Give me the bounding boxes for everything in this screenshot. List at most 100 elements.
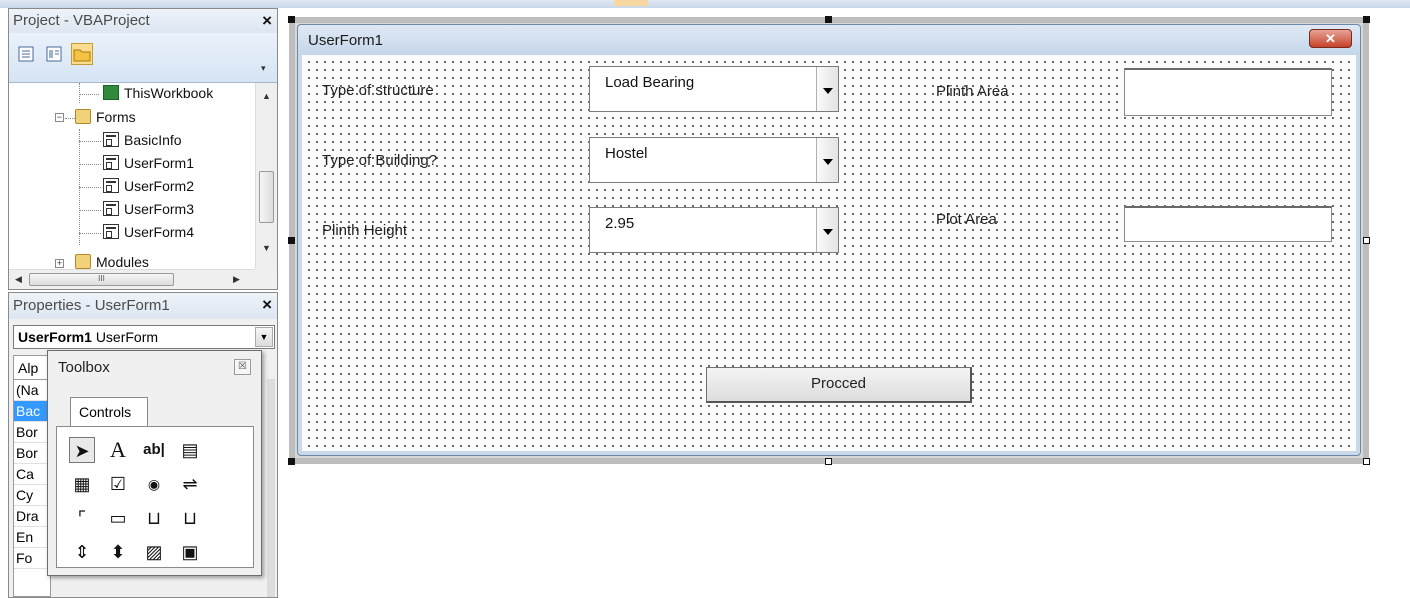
- object-selector[interactable]: UserForm1 UserForm ▼: [13, 325, 275, 349]
- toolbar-strip: [0, 0, 1410, 8]
- project-vertical-scrollbar[interactable]: ▲ ▼: [255, 83, 277, 269]
- tree-item-label: Forms: [96, 109, 136, 125]
- tree-item-label: ThisWorkbook: [124, 85, 214, 101]
- tab-controls[interactable]: Controls: [70, 397, 148, 427]
- collapse-icon[interactable]: −: [55, 113, 64, 122]
- scroll-thumb[interactable]: III: [29, 273, 174, 286]
- type-of-structure-combo[interactable]: Load Bearing: [589, 66, 839, 112]
- properties-list: (Na Bac Bor Bor Ca Cy Dra En Fo: [13, 379, 51, 597]
- chevron-down-icon[interactable]: [816, 208, 838, 252]
- chevron-down-icon[interactable]: ▼: [255, 327, 273, 347]
- tree-line: [79, 210, 101, 211]
- optionbutton-icon[interactable]: ◉: [141, 471, 167, 497]
- vba-editor-screen: Project - VBAProject × ▾ ThisWorkbook −: [0, 0, 1410, 598]
- property-row[interactable]: (Na: [14, 380, 50, 401]
- resize-handle[interactable]: [825, 16, 832, 23]
- properties-pane-title-text: Properties - UserForm1: [13, 297, 170, 314]
- property-row[interactable]: Ca: [14, 464, 50, 485]
- tree-item-basicinfo[interactable]: BasicInfo: [103, 132, 182, 154]
- plot-area-input[interactable]: [1124, 206, 1332, 242]
- tree-line: [65, 118, 75, 119]
- property-row[interactable]: Cy: [14, 485, 50, 506]
- property-row[interactable]: Bor: [14, 443, 50, 464]
- scroll-up-icon[interactable]: ▲: [262, 91, 271, 101]
- label-icon[interactable]: A: [105, 437, 131, 463]
- property-row-selected[interactable]: Bac: [14, 401, 50, 422]
- togglebutton-icon[interactable]: ⇌: [177, 471, 203, 497]
- form-icon: [103, 201, 119, 216]
- view-object-icon[interactable]: [43, 43, 65, 65]
- combo-value: Load Bearing: [605, 74, 695, 91]
- project-horizontal-scrollbar[interactable]: ◀ III ▶: [9, 269, 255, 289]
- resize-handle[interactable]: [825, 458, 832, 465]
- tree-item-userform1[interactable]: UserForm1: [103, 155, 194, 177]
- plinth-area-input[interactable]: [1124, 68, 1332, 116]
- scroll-down-icon[interactable]: ▼: [262, 243, 271, 253]
- procced-button[interactable]: Procced: [706, 367, 972, 403]
- property-row[interactable]: Bor: [14, 422, 50, 443]
- tree-item-userform3[interactable]: UserForm3: [103, 201, 194, 223]
- refedit-icon[interactable]: ▣: [177, 539, 203, 565]
- resize-handle[interactable]: [1363, 458, 1370, 465]
- resize-handle[interactable]: [288, 237, 295, 244]
- plinth-area-label: Plinth Area: [936, 83, 1009, 100]
- listbox-icon[interactable]: ▦: [69, 471, 95, 497]
- tree-item-modules[interactable]: Modules: [75, 254, 149, 269]
- tree-item-label: UserForm2: [124, 178, 195, 194]
- resize-handle[interactable]: [288, 16, 295, 23]
- resize-handle[interactable]: [1363, 237, 1370, 244]
- tree-line: [79, 141, 101, 142]
- properties-scrollbar[interactable]: [267, 379, 275, 597]
- tree-item-userform4[interactable]: UserForm4: [103, 224, 194, 246]
- view-code-icon[interactable]: [15, 43, 37, 65]
- type-of-building-label: Type of Building?: [322, 152, 438, 169]
- userform-titlebar[interactable]: UserForm1 ✕: [298, 25, 1360, 55]
- toolbox-controls-panel: ➤ A ab| ▤ ▦ ☑ ◉ ⇌ ⌜ ▭ ⊔ ⊔ ⇕ ⬍ ▨ ▣: [56, 426, 254, 568]
- toolbar-overflow-icon[interactable]: ▾: [261, 63, 271, 75]
- toolbox-close-icon[interactable]: ☒: [234, 359, 251, 375]
- scroll-thumb[interactable]: [259, 171, 274, 223]
- combo-value: 2.95: [605, 215, 635, 232]
- form-designer: UserForm1 ✕ Type of structure Load Beari…: [288, 16, 1370, 465]
- combobox-icon[interactable]: ▤: [177, 437, 203, 463]
- userform-canvas[interactable]: Type of structure Load Bearing Type of B…: [302, 55, 1356, 451]
- tree-item-thisworkbook[interactable]: ThisWorkbook: [103, 85, 213, 107]
- resize-handle[interactable]: [288, 458, 295, 465]
- tree-item-forms[interactable]: Forms: [75, 109, 136, 131]
- scroll-right-icon[interactable]: ▶: [233, 274, 240, 285]
- property-row[interactable]: Dra: [14, 506, 50, 527]
- expand-icon[interactable]: +: [55, 259, 64, 268]
- type-of-structure-label: Type of structure: [322, 82, 434, 99]
- tree-item-label: BasicInfo: [124, 132, 182, 148]
- frame-icon[interactable]: ⌜: [69, 505, 95, 531]
- tree-item-label: Modules: [96, 254, 149, 269]
- properties-pane-close-icon[interactable]: ×: [262, 295, 272, 315]
- textbox-icon[interactable]: ab|: [141, 437, 167, 463]
- workbook-icon: [103, 85, 119, 100]
- commandbutton-icon[interactable]: ▭: [105, 505, 131, 531]
- resize-handle[interactable]: [1363, 16, 1370, 23]
- toggle-folders-icon[interactable]: [71, 43, 93, 65]
- chevron-down-icon[interactable]: [816, 138, 838, 182]
- project-pane-close-icon[interactable]: ×: [262, 11, 272, 31]
- scrollbar-icon[interactable]: ⇕: [69, 539, 95, 565]
- checkbox-icon[interactable]: ☑: [105, 471, 131, 497]
- project-toolbar: ▾: [9, 33, 277, 83]
- property-row[interactable]: En: [14, 527, 50, 548]
- tree-item-userform2[interactable]: UserForm2: [103, 178, 194, 200]
- folder-icon: [75, 109, 91, 124]
- tabstrip-icon[interactable]: ⊔: [141, 505, 167, 531]
- plinth-height-combo[interactable]: 2.95: [589, 207, 839, 253]
- image-icon[interactable]: ▨: [141, 539, 167, 565]
- select-objects-icon[interactable]: ➤: [69, 437, 95, 463]
- chevron-down-icon[interactable]: [816, 67, 838, 111]
- userform-close-icon[interactable]: ✕: [1309, 29, 1352, 48]
- spinbutton-icon[interactable]: ⬍: [105, 539, 131, 565]
- plot-area-label: Plot Area: [936, 211, 997, 228]
- property-row[interactable]: Fo: [14, 548, 50, 569]
- type-of-building-combo[interactable]: Hostel: [589, 137, 839, 183]
- form-icon: [103, 178, 119, 193]
- toolbox-window: Toolbox ☒ Controls ➤ A ab| ▤ ▦ ☑ ◉ ⇌ ⌜ ▭…: [47, 350, 262, 576]
- scroll-left-icon[interactable]: ◀: [15, 274, 22, 285]
- multipage-icon[interactable]: ⊔: [177, 505, 203, 531]
